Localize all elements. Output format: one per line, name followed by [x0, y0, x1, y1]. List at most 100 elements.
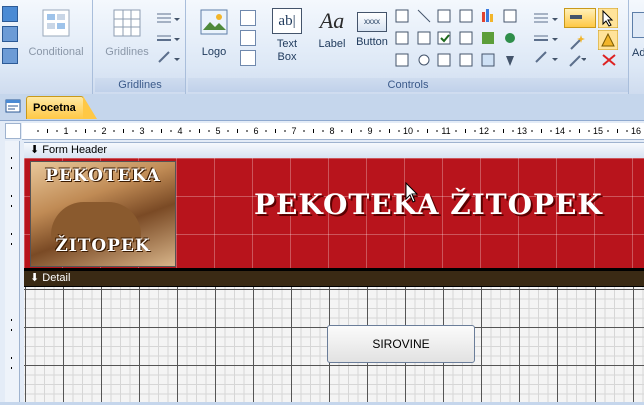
select-pointer-icon[interactable] [598, 8, 618, 28]
format-icon-2[interactable] [2, 26, 18, 42]
form-title-label[interactable]: PEKOTEKA ŽITOPEK [254, 188, 603, 221]
ruler-number: 1 [63, 126, 68, 136]
format-icon[interactable] [2, 6, 18, 22]
ruler-tick [85, 129, 86, 133]
form-header-label: Form Header [42, 144, 108, 156]
ruler-tick [56, 130, 58, 132]
label-icon: Aa [319, 8, 345, 33]
ruler-tick [607, 130, 609, 132]
ruler-number: 8 [329, 126, 334, 136]
form-header-section[interactable]: PEKOTEKA ŽITOPEK PEKOTEKA ŽITOPEK [24, 158, 644, 270]
logo-image[interactable]: PEKOTEKA ŽITOPEK [30, 161, 176, 267]
ruler-tick [227, 130, 229, 132]
ruler-tick [132, 130, 134, 132]
ruler-tick [265, 130, 267, 132]
ruler-tick [170, 130, 172, 132]
ruler-tick [360, 130, 362, 132]
format-icon-3[interactable] [2, 48, 18, 64]
ruler-tick [237, 129, 238, 133]
vertical-ruler-ticks [11, 157, 12, 369]
ribbon: Conditional Gridlines Gridlines Logo ab|… [0, 0, 644, 95]
ruler-tick [617, 129, 618, 133]
ruler-ticks: 1 2 3 4 5 6 7 8 9 10 11 12 13 14 15 16 [37, 126, 641, 136]
ruler-tick [455, 130, 457, 132]
delete-icon[interactable] [600, 52, 618, 68]
document-tab-bar: Pocetna [0, 94, 644, 121]
ruler-tick [427, 129, 428, 133]
sirovine-button[interactable]: SIROVINE [327, 325, 475, 363]
section-arrow-icon: ⬇ [30, 144, 43, 156]
ruler-tick [503, 129, 504, 133]
gridlines-group-label: Gridlines [95, 78, 185, 92]
conditional-group: Conditional [0, 0, 93, 94]
ruler-tick [474, 130, 476, 132]
section-arrow-icon: ⬇ [30, 272, 43, 284]
ruler-tick [75, 130, 77, 132]
line-color-icon[interactable] [566, 52, 586, 68]
ruler-number: 2 [101, 126, 106, 136]
conditional-button[interactable]: Conditional [22, 8, 90, 59]
label-button[interactable]: Aa Label [312, 8, 352, 51]
ruler-number: 7 [291, 126, 296, 136]
conditional-label: Conditional [28, 46, 84, 58]
ruler-tick [47, 129, 48, 133]
date-time-icon[interactable] [240, 50, 256, 66]
ruler-tick [303, 130, 305, 132]
logo-button[interactable]: Logo [196, 8, 232, 59]
ruler-tick [341, 130, 343, 132]
ruler-number: 5 [215, 126, 220, 136]
ruler-tick [284, 130, 286, 132]
ruler-tick [465, 129, 466, 133]
form-header-bar[interactable]: ⬇ Form Header [24, 142, 644, 159]
label-label: Label [318, 38, 346, 50]
add-existing-fields-button[interactable]: Ad [632, 12, 644, 60]
ruler-tick [398, 130, 400, 132]
logo-icon [200, 9, 228, 35]
vertical-ruler[interactable] [5, 141, 20, 402]
ruler-tick [417, 130, 419, 132]
line-thickness-icon[interactable] [532, 10, 560, 66]
ruler-number: 4 [177, 126, 182, 136]
ruler-tick [246, 130, 248, 132]
logo-text-top: PEKOTEKA [45, 166, 161, 186]
tab-pocetna[interactable]: Pocetna [26, 96, 97, 119]
ruler-tick [94, 130, 96, 132]
form-selector[interactable] [5, 123, 21, 139]
button-label: Button [356, 36, 388, 48]
ruler-tick [208, 130, 210, 132]
rectangle-icon [570, 15, 582, 19]
line-options-icon[interactable] [155, 10, 181, 66]
textbox-button[interactable]: ab| Text Box [268, 8, 306, 64]
rectangle-fill-button[interactable] [564, 8, 596, 28]
form-design-view: 1 2 3 4 5 6 7 8 9 10 11 12 13 14 15 16 ⬇ Form Header PE… [0, 121, 644, 402]
ruler-number: 9 [367, 126, 372, 136]
detail-label: Detail [42, 272, 71, 284]
detail-bar[interactable]: ⬇ Detail [24, 270, 644, 287]
ruler-tick [161, 129, 162, 133]
ruler-tick [275, 129, 276, 133]
ruler-tick [436, 130, 438, 132]
gridlines-button[interactable]: Gridlines [99, 8, 155, 59]
title-icon[interactable] [240, 10, 256, 26]
ruler-number: 10 [403, 126, 413, 136]
ruler-number: 16 [631, 126, 641, 136]
ruler-tick [113, 130, 115, 132]
add-fields-label: Ad [632, 47, 644, 59]
textbox-label-1: Text [276, 38, 298, 50]
controls-toolbox-icons[interactable] [394, 8, 524, 70]
snap-to-grid-icon[interactable] [598, 30, 618, 50]
form-object-icon[interactable] [5, 98, 21, 114]
button-button[interactable]: xxxx Button [352, 8, 392, 49]
button-icon: xxxx [357, 12, 387, 32]
ruler-tick [189, 130, 191, 132]
textbox-icon: ab| [272, 8, 302, 34]
gridlines-group: Gridlines Gridlines [95, 0, 186, 94]
ruler-tick [151, 130, 153, 132]
ruler-tick [541, 129, 542, 133]
horizontal-ruler[interactable]: 1 2 3 4 5 6 7 8 9 10 11 12 13 14 15 16 [22, 123, 644, 140]
page-numbers-icon[interactable] [240, 30, 256, 46]
add-existing-fields-icon [632, 12, 644, 38]
detail-section[interactable]: SIROVINE [24, 287, 644, 402]
wizard-icon[interactable] [568, 32, 588, 52]
ruler-number: 11 [441, 126, 450, 136]
